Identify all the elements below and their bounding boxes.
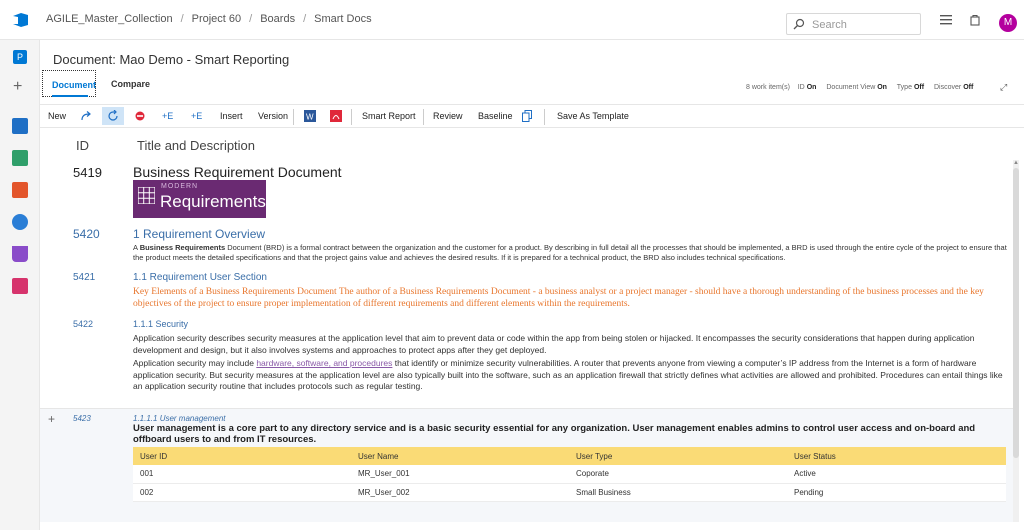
top-bar: AGILE_Master_Collection / Project 60/Board… [0, 0, 1024, 40]
docview-toggle-label[interactable]: Document View [826, 84, 875, 91]
work-item-id[interactable]: 5421 [73, 272, 95, 283]
tab-compare[interactable]: Compare [111, 79, 150, 89]
section-description: A Business Requirements Document (BRD) i… [133, 243, 1007, 262]
subsection-heading: 1.1 Requirement User Section [133, 272, 267, 283]
discover-toggle-label[interactable]: Discover [934, 84, 961, 91]
expand-icon[interactable]: ⤢ [1000, 82, 1007, 93]
pdf-export-icon[interactable] [330, 110, 342, 122]
save-as-template-button[interactable]: Save As Template [557, 111, 629, 121]
refresh-button[interactable] [102, 107, 124, 125]
toolbar: New +E +E Insert Version W Smart Report … [40, 104, 1024, 128]
add-epic-button[interactable]: +E [162, 111, 173, 121]
boards-icon[interactable] [12, 150, 28, 166]
list-settings-icon[interactable] [940, 15, 952, 25]
add-child-icon[interactable]: + [48, 412, 55, 426]
new-button[interactable]: New [48, 111, 66, 121]
table-header-cell: User Status [787, 447, 1006, 465]
security-paragraph-1: Application security describes security … [133, 333, 975, 355]
logo-text-small: MODERN [161, 183, 199, 190]
document-status: 8 work item(s) ID On Document View On Ty… [746, 84, 981, 91]
breadcrumb-item-boards[interactable]: Boards [260, 13, 295, 25]
item-description: User management is a core part to any di… [133, 423, 976, 445]
insert-button[interactable]: Insert [220, 111, 243, 121]
avatar[interactable]: M [999, 14, 1017, 32]
svg-text:W: W [306, 113, 314, 122]
discover-toggle-value[interactable]: Off [963, 84, 973, 91]
pipelines-icon[interactable] [12, 214, 28, 230]
table-cell: Pending [787, 483, 1006, 502]
smart-report-button[interactable]: Smart Report [362, 111, 416, 121]
table-cell: MR_User_002 [351, 483, 569, 502]
copy-icon[interactable] [522, 110, 532, 122]
left-nav: P + [0, 40, 40, 530]
table-cell: MR_User_001 [351, 465, 569, 484]
security-paragraph-2: Application security may include hardwar… [133, 358, 1003, 391]
shopping-bag-icon[interactable] [970, 14, 980, 26]
review-button[interactable]: Review [433, 111, 463, 121]
item-heading: 1.1.1.1 User management [133, 414, 226, 423]
table-cell: Small Business [569, 483, 787, 502]
document-heading: Business Requirement Document [133, 164, 342, 180]
table-header-cell: User Name [351, 447, 569, 465]
refresh-icon [108, 110, 118, 121]
project-icon[interactable]: P [13, 50, 27, 64]
logo-text-big: Requirements [160, 192, 266, 211]
id-toggle-label[interactable]: ID [798, 84, 805, 91]
tab-document[interactable]: Document [42, 70, 96, 97]
breadcrumb-item-project[interactable]: Project 60 [192, 13, 242, 25]
modern-requirements-logo: MODERN Requirements [133, 180, 266, 218]
table-cell: 001 [133, 465, 351, 484]
table-cell: Active [787, 465, 1006, 484]
breadcrumb: AGILE_Master_Collection / Project 60/Board… [46, 13, 372, 25]
table-row: 002 MR_User_002 Small Business Pending [133, 483, 1006, 502]
section-heading: 1 Requirement Overview [133, 227, 266, 241]
document-title: Document: Mao Demo - Smart Reporting [53, 52, 290, 67]
column-header-title: Title and Description [137, 138, 256, 153]
search-placeholder: Search [812, 19, 847, 31]
subsubsection-heading: 1.1.1 Security [133, 319, 189, 329]
grid-logo-icon [138, 187, 155, 204]
table-header-row: User ID User Name User Type User Status [133, 447, 1006, 465]
work-item-id[interactable]: 5419 [73, 165, 102, 180]
redo-icon[interactable] [81, 111, 93, 122]
column-header-id: ID [76, 138, 89, 153]
subsection-description: Key Elements of a Business Requirements … [133, 287, 984, 309]
test-plans-icon[interactable] [12, 246, 28, 262]
scroll-up-icon[interactable]: ▲ [1013, 160, 1019, 166]
table-cell: Coporate [569, 465, 787, 484]
table-cell: 002 [133, 483, 351, 502]
scrollbar[interactable]: ▲ [1013, 160, 1019, 522]
search-input[interactable]: Search [786, 13, 921, 35]
work-item-count: 8 work item(s) [746, 84, 790, 91]
work-item-id[interactable]: 5420 [73, 227, 100, 241]
azure-devops-logo-icon[interactable] [12, 12, 30, 28]
overview-icon[interactable] [12, 118, 28, 134]
security-link[interactable]: hardware, software, and procedures [256, 358, 392, 368]
add-icon[interactable]: + [13, 78, 22, 96]
table-row: 001 MR_User_001 Coporate Active [133, 465, 1006, 484]
docview-toggle-value[interactable]: On [877, 84, 887, 91]
baseline-button[interactable]: Baseline [478, 111, 513, 121]
word-export-icon[interactable]: W [304, 110, 316, 122]
search-icon [793, 18, 805, 30]
version-button[interactable]: Version [258, 111, 288, 121]
id-toggle-value[interactable]: On [807, 84, 817, 91]
work-item-id[interactable]: 5422 [73, 319, 93, 329]
work-item-id[interactable]: 5423 [73, 414, 91, 423]
remove-icon[interactable] [135, 111, 145, 121]
type-toggle-value[interactable]: Off [914, 84, 924, 91]
artifacts-icon[interactable] [12, 278, 28, 294]
add-element-button[interactable]: +E [191, 111, 202, 121]
tab-document-label: Document [52, 80, 97, 90]
breadcrumb-item-collection[interactable]: AGILE_Master_Collection [46, 13, 173, 25]
type-toggle-label[interactable]: Type [897, 84, 912, 91]
breadcrumb-item-smart-docs[interactable]: Smart Docs [314, 13, 371, 25]
user-table: User ID User Name User Type User Status … [133, 447, 1006, 502]
repos-icon[interactable] [12, 182, 28, 198]
table-header-cell: User Type [569, 447, 787, 465]
table-header-cell: User ID [133, 447, 351, 465]
scrollbar-thumb[interactable] [1013, 168, 1019, 458]
